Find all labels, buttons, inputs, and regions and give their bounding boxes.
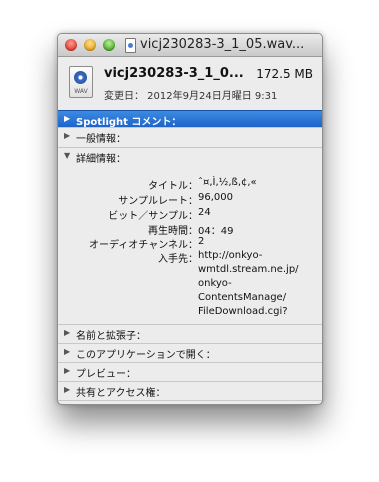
file-name: vicj230283-3_1_0... xyxy=(104,66,244,81)
file-header: WAV vicj230283-3_1_0... 172.5 MB 変更日： 20… xyxy=(58,57,322,107)
triangle-right-icon[interactable]: ▶ xyxy=(64,328,70,337)
close-icon[interactable] xyxy=(65,39,77,51)
triangle-down-icon[interactable]: ▼ xyxy=(64,151,70,160)
triangle-right-icon[interactable]: ▶ xyxy=(64,385,70,394)
detail-value: 96,000 xyxy=(198,192,233,203)
get-info-window: vicj230283-3_1_05.wav... WAV vicj230283-… xyxy=(57,33,323,405)
file-size: 172.5 MB xyxy=(256,67,313,81)
section-spotlight-comments[interactable]: ▶ Spotlight コメント： xyxy=(58,110,322,128)
section-general[interactable]: ▶ 一般情報： xyxy=(58,127,322,145)
detail-key: 再生時間： xyxy=(148,226,198,237)
triangle-right-icon[interactable]: ▶ xyxy=(64,131,70,140)
wav-file-icon: WAV xyxy=(69,66,93,98)
detail-key: タイトル： xyxy=(148,181,198,192)
detail-key: オーディオチャンネル： xyxy=(89,240,198,251)
title-bar[interactable]: vicj230283-3_1_05.wav... xyxy=(58,34,322,57)
section-sharing-permissions[interactable]: ▶ 共有とアクセス権： xyxy=(58,381,322,399)
window-title: vicj230283-3_1_05.wav... xyxy=(140,37,305,52)
detail-value: 04：49 xyxy=(198,226,234,237)
triangle-right-icon[interactable]: ▶ xyxy=(64,347,70,356)
where-from-value[interactable]: http://onkyo- xyxy=(198,250,262,261)
detail-key: ビット／サンプル： xyxy=(108,211,198,222)
divider xyxy=(58,400,322,401)
section-more-info[interactable]: ▼ 詳細情報： xyxy=(58,147,322,165)
section-name-extension[interactable]: ▶ 名前と拡張子： xyxy=(58,324,322,342)
section-open-with[interactable]: ▶ このアプリケーションで開く： xyxy=(58,343,322,361)
zoom-icon[interactable] xyxy=(103,39,115,51)
detail-value: ˆ¤,Ì,½,ß,¢,« xyxy=(198,177,257,188)
detail-key: サンプルレート： xyxy=(118,196,198,207)
minimize-icon[interactable] xyxy=(84,39,96,51)
triangle-right-icon[interactable]: ▶ xyxy=(64,114,70,123)
triangle-right-icon[interactable]: ▶ xyxy=(64,366,70,375)
detail-value: 2 xyxy=(198,236,205,247)
detail-value: 24 xyxy=(198,207,211,218)
modified-date: 変更日： 2012年9月24日月曜日 9:31 xyxy=(104,91,278,102)
detail-key: 入手先： xyxy=(158,254,198,265)
document-icon xyxy=(125,38,136,53)
section-preview[interactable]: ▶ プレビュー： xyxy=(58,362,322,380)
